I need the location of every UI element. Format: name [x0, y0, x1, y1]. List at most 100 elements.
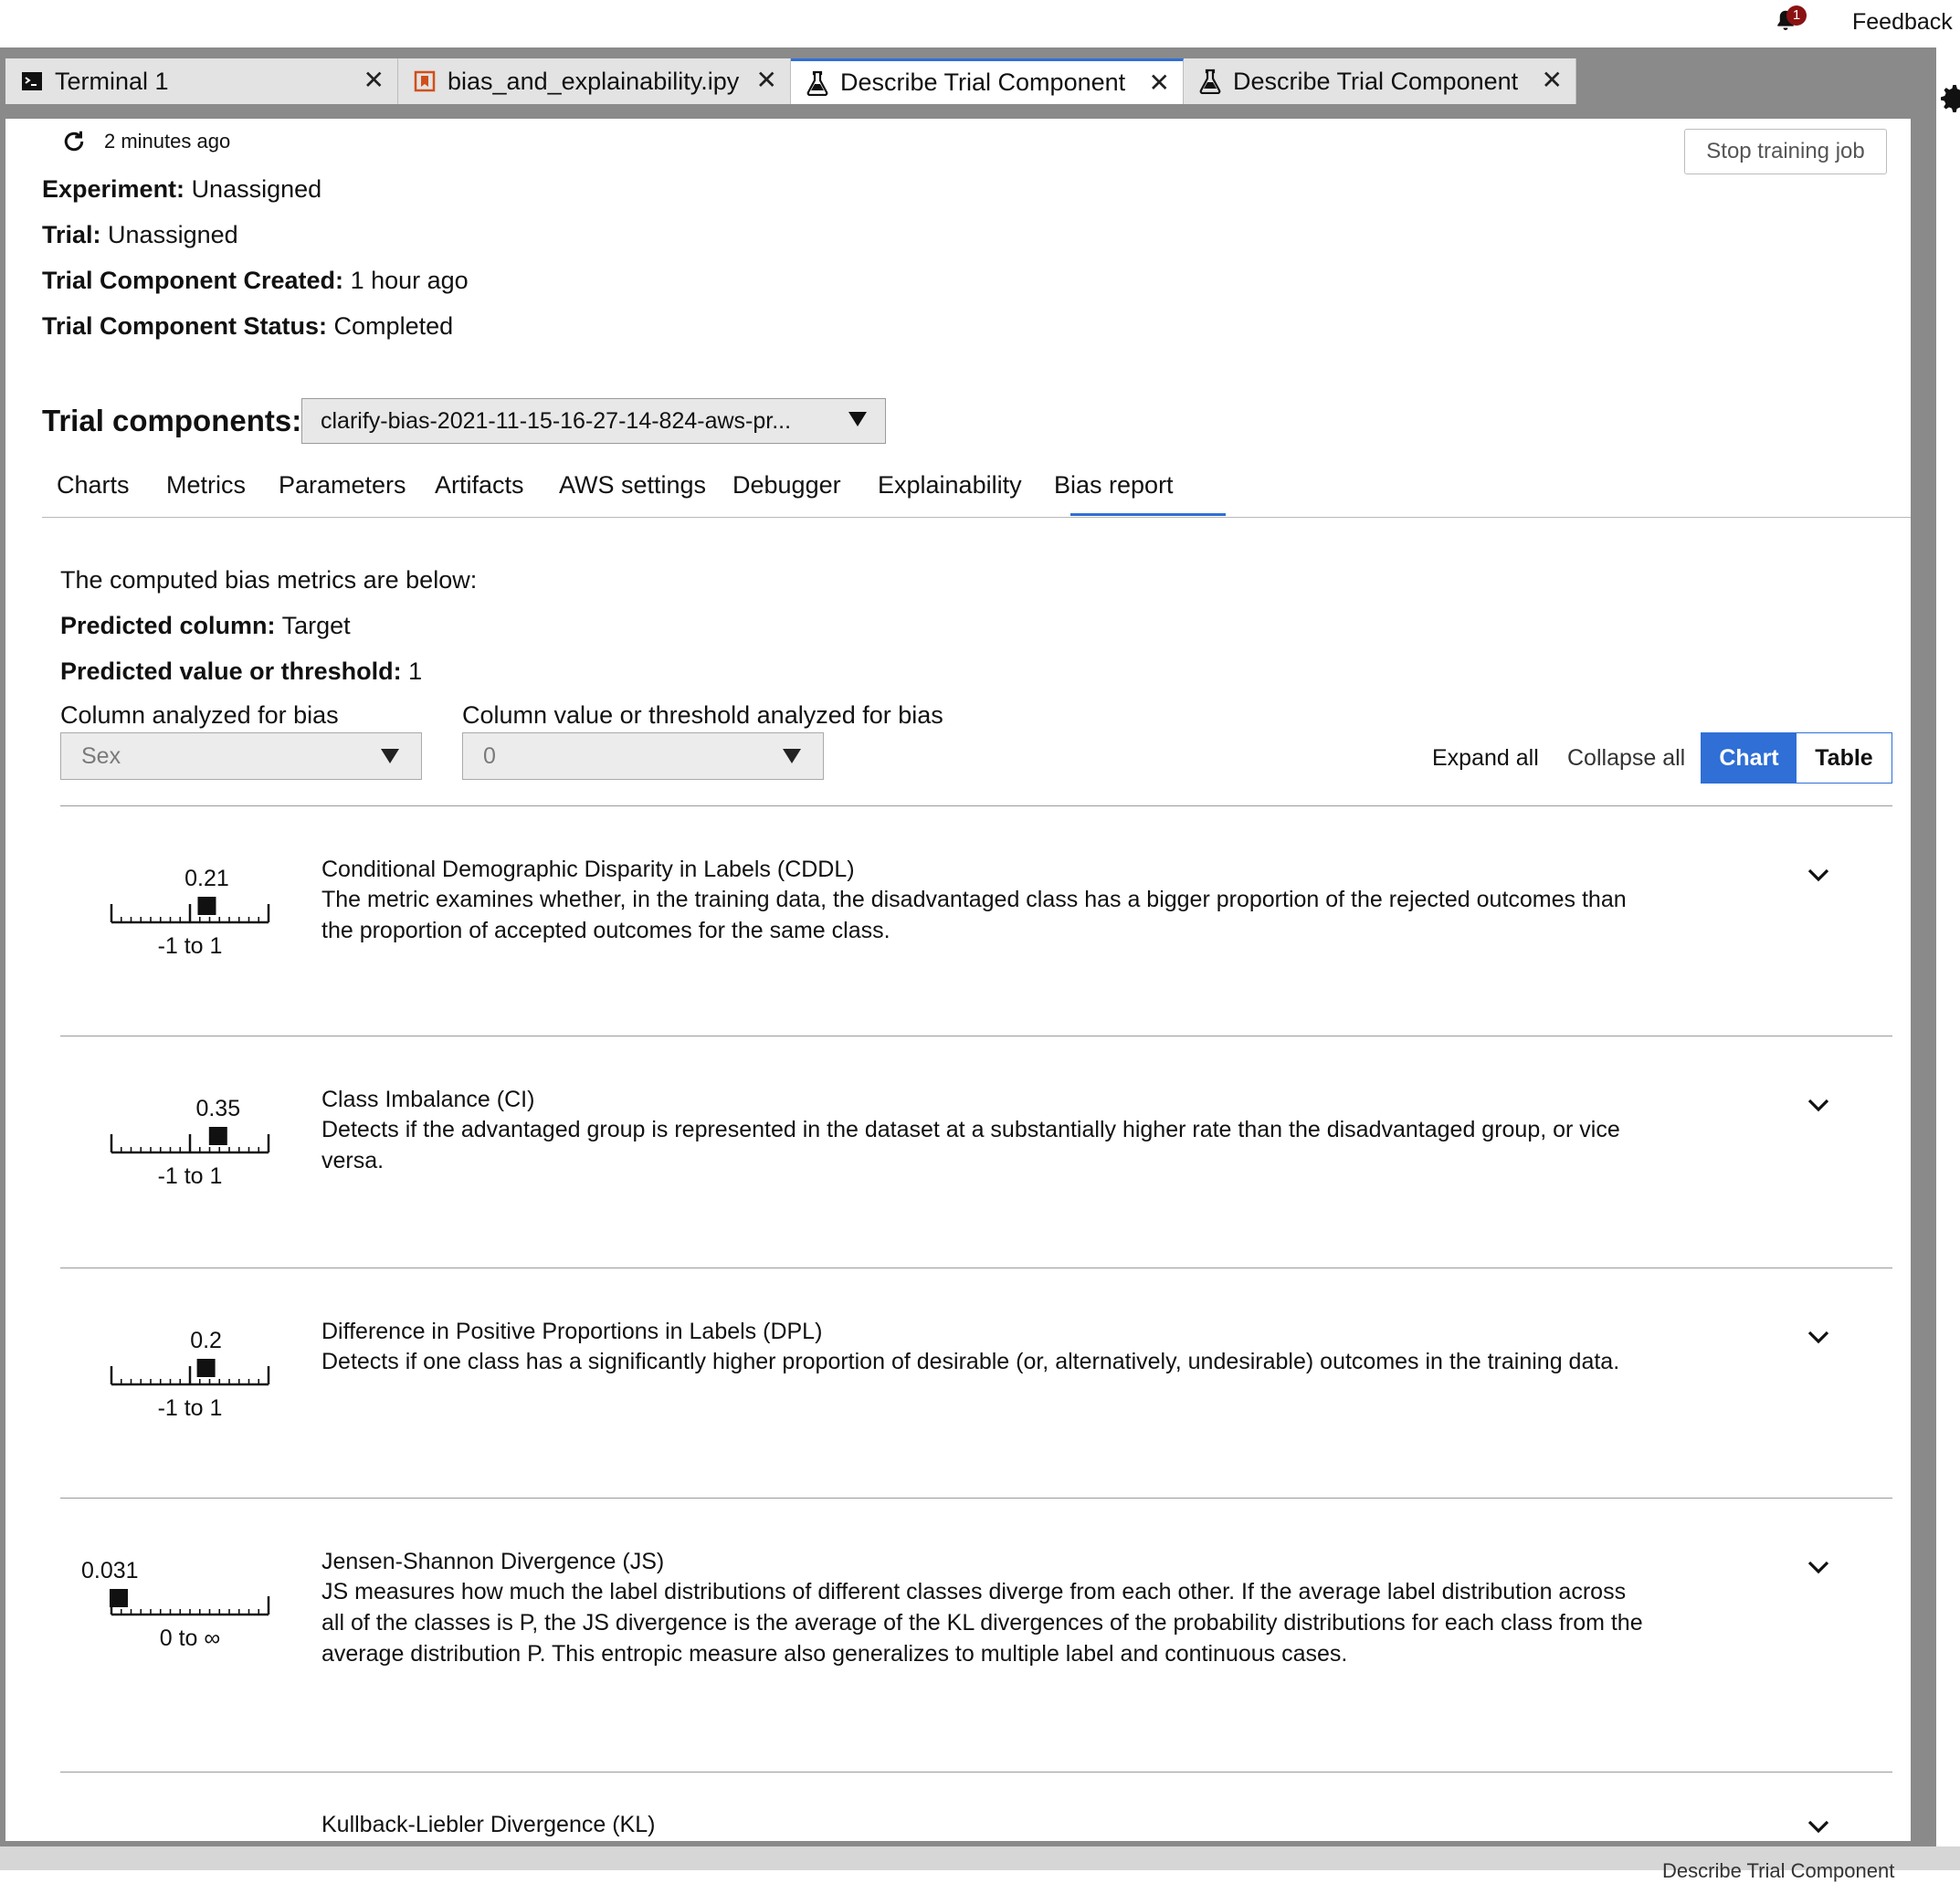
- collapse-all-button[interactable]: Collapse all: [1567, 745, 1685, 772]
- tab-parameters[interactable]: Parameters: [279, 471, 406, 500]
- notification-badge: 1: [1786, 5, 1807, 26]
- metric-title: Kullback-Liebler Divergence (KL): [321, 1812, 656, 1837]
- metric-title: Conditional Demographic Disparity in Lab…: [321, 857, 855, 882]
- bias-metric-row[interactable]: Kullback-Liebler Divergence (KL): [60, 1772, 1892, 1841]
- close-icon[interactable]: ✕: [364, 68, 385, 93]
- trial-components-select[interactable]: clarify-bias-2021-11-15-16-27-14-824-aws…: [301, 398, 886, 444]
- tab-notebook[interactable]: bias_and_explainability.ipynb ✕: [398, 58, 791, 104]
- predicted-value-value: 1: [408, 657, 423, 685]
- document-tab-bar: Terminal 1 ✕ bias_and_explainability.ipy…: [5, 58, 1576, 104]
- feedback-link[interactable]: Feedback: [1852, 9, 1953, 36]
- expand-all-button[interactable]: Expand all: [1432, 745, 1539, 772]
- tab-explainability[interactable]: Explainability: [878, 471, 1022, 500]
- metric-description: Detects if the advantaged group is repre…: [321, 1117, 1620, 1173]
- trial-components-label: Trial components:: [42, 404, 302, 437]
- metric-description: JS measures how much the label distribut…: [321, 1579, 1643, 1667]
- caret-down-icon: [783, 749, 801, 763]
- tab-artifacts[interactable]: Artifacts: [435, 471, 524, 500]
- metric-scale: [110, 1127, 270, 1154]
- tab-aws-settings[interactable]: AWS settings: [559, 471, 706, 500]
- close-icon[interactable]: ✕: [756, 68, 777, 93]
- tab-label: Describe Trial Component: [840, 68, 1126, 96]
- tab-charts[interactable]: Charts: [57, 471, 130, 500]
- notebook-icon: [413, 69, 437, 93]
- refresh-icon[interactable]: [60, 128, 88, 155]
- tab-describe-trial-component[interactable]: Describe Trial Component ✕: [1184, 58, 1576, 104]
- metric-value: 0.35: [195, 1096, 241, 1121]
- view-toggle: Chart Table: [1701, 732, 1892, 784]
- detail-tabs: Charts Metrics Parameters Artifacts AWS …: [42, 466, 1911, 518]
- active-tab-indicator: [1070, 513, 1226, 516]
- refresh-control[interactable]: 2 minutes ago: [60, 128, 230, 155]
- flask-icon: [1198, 68, 1222, 94]
- predicted-column-line: Predicted column: Target: [60, 612, 351, 640]
- trial-label: Trial:: [42, 221, 101, 248]
- value-marker: [196, 1359, 216, 1377]
- metric-title: Jensen-Shannon Divergence (JS): [321, 1549, 665, 1574]
- metric-value: 0.2: [190, 1328, 222, 1353]
- caret-down-icon: [381, 749, 399, 763]
- bias-threshold-select[interactable]: 0: [462, 732, 824, 780]
- value-marker: [197, 897, 216, 915]
- metric-title: Difference in Positive Proportions in La…: [321, 1319, 823, 1344]
- chevron-down-icon[interactable]: [1805, 1558, 1832, 1576]
- top-bar: 1 Feedback: [0, 0, 1960, 47]
- bias-threshold-label: Column value or threshold analyzed for b…: [462, 701, 943, 729]
- tab-debugger[interactable]: Debugger: [732, 471, 841, 500]
- chevron-down-icon[interactable]: [1805, 866, 1832, 884]
- created-value: 1 hour ago: [350, 267, 469, 294]
- metric-scale: [110, 1359, 270, 1386]
- predicted-column-label: Predicted column:: [60, 612, 276, 639]
- experiment-line: Experiment: Unassigned: [42, 175, 321, 204]
- hidden-tab-label: Describe Trial Component: [1662, 1859, 1895, 1882]
- tab-describe-trial-component-active[interactable]: Describe Trial Component ✕: [791, 58, 1184, 104]
- trial-line: Trial: Unassigned: [42, 221, 238, 249]
- status-label: Trial Component Status:: [42, 312, 328, 340]
- predicted-value-line: Predicted value or threshold: 1: [60, 657, 422, 686]
- metric-range: 0 to ∞: [159, 1625, 221, 1651]
- bias-metric-row[interactable]: 0.2 -1 to 1 Difference in Positive Proport…: [60, 1268, 1892, 1499]
- chevron-down-icon[interactable]: [1805, 1096, 1832, 1114]
- settings-gear-icon[interactable]: [1936, 80, 1960, 117]
- table-view-button[interactable]: Table: [1797, 733, 1892, 783]
- metric-scale: [110, 1589, 270, 1616]
- tab-metrics[interactable]: Metrics: [166, 471, 246, 500]
- tab-label: Terminal 1: [55, 67, 169, 95]
- chevron-down-icon[interactable]: [1805, 1328, 1832, 1346]
- metric-value: 0.21: [184, 866, 229, 891]
- stop-training-job-button[interactable]: Stop training job: [1684, 129, 1887, 174]
- bias-column-label: Column analyzed for bias: [60, 701, 339, 729]
- metric-range: -1 to 1: [157, 1395, 223, 1421]
- bias-column-value: Sex: [81, 742, 121, 769]
- close-icon[interactable]: ✕: [1542, 68, 1563, 93]
- tab-label: Describe Trial Component: [1233, 67, 1519, 95]
- chevron-down-icon[interactable]: [1805, 1817, 1832, 1836]
- tab-bias-report[interactable]: Bias report: [1054, 471, 1174, 500]
- created-label: Trial Component Created:: [42, 267, 344, 294]
- metric-description: Detects if one class has a significantly…: [321, 1349, 1620, 1374]
- bias-metric-row[interactable]: 0.031 0 to ∞ Jensen-Shannon Divergence (JS…: [60, 1498, 1892, 1773]
- flask-icon: [806, 70, 829, 96]
- chart-view-button[interactable]: Chart: [1702, 733, 1797, 783]
- predicted-column-value: Target: [281, 612, 351, 639]
- status-value: Completed: [333, 312, 454, 340]
- value-marker: [110, 1589, 128, 1607]
- metric-title: Class Imbalance (CI): [321, 1087, 535, 1112]
- value-marker: [208, 1127, 227, 1145]
- tab-terminal[interactable]: Terminal 1 ✕: [5, 58, 398, 104]
- bias-metric-row[interactable]: 0.21 -1 to 1 Conditional Demographic Dispa…: [60, 805, 1892, 1036]
- bias-threshold-value: 0: [483, 742, 496, 769]
- status-strip: Describe Trial Component: [0, 1846, 1960, 1882]
- experiment-label: Experiment:: [42, 175, 185, 203]
- bias-metric-row[interactable]: 0.35 -1 to 1 Class Imbalance (CI) Detects i…: [60, 1036, 1892, 1268]
- experiment-value: Unassigned: [191, 175, 322, 203]
- metric-range: -1 to 1: [157, 933, 223, 959]
- predicted-value-label: Predicted value or threshold:: [60, 657, 402, 685]
- metric-description: The metric examines whether, in the trai…: [321, 887, 1627, 943]
- bias-column-select[interactable]: Sex: [60, 732, 422, 780]
- metric-value: 0.031: [80, 1558, 139, 1583]
- close-icon[interactable]: ✕: [1149, 70, 1170, 96]
- trial-component-panel: 2 minutes ago Stop training job Experime…: [5, 119, 1911, 1841]
- metric-range: -1 to 1: [157, 1163, 223, 1189]
- terminal-icon: [20, 69, 44, 93]
